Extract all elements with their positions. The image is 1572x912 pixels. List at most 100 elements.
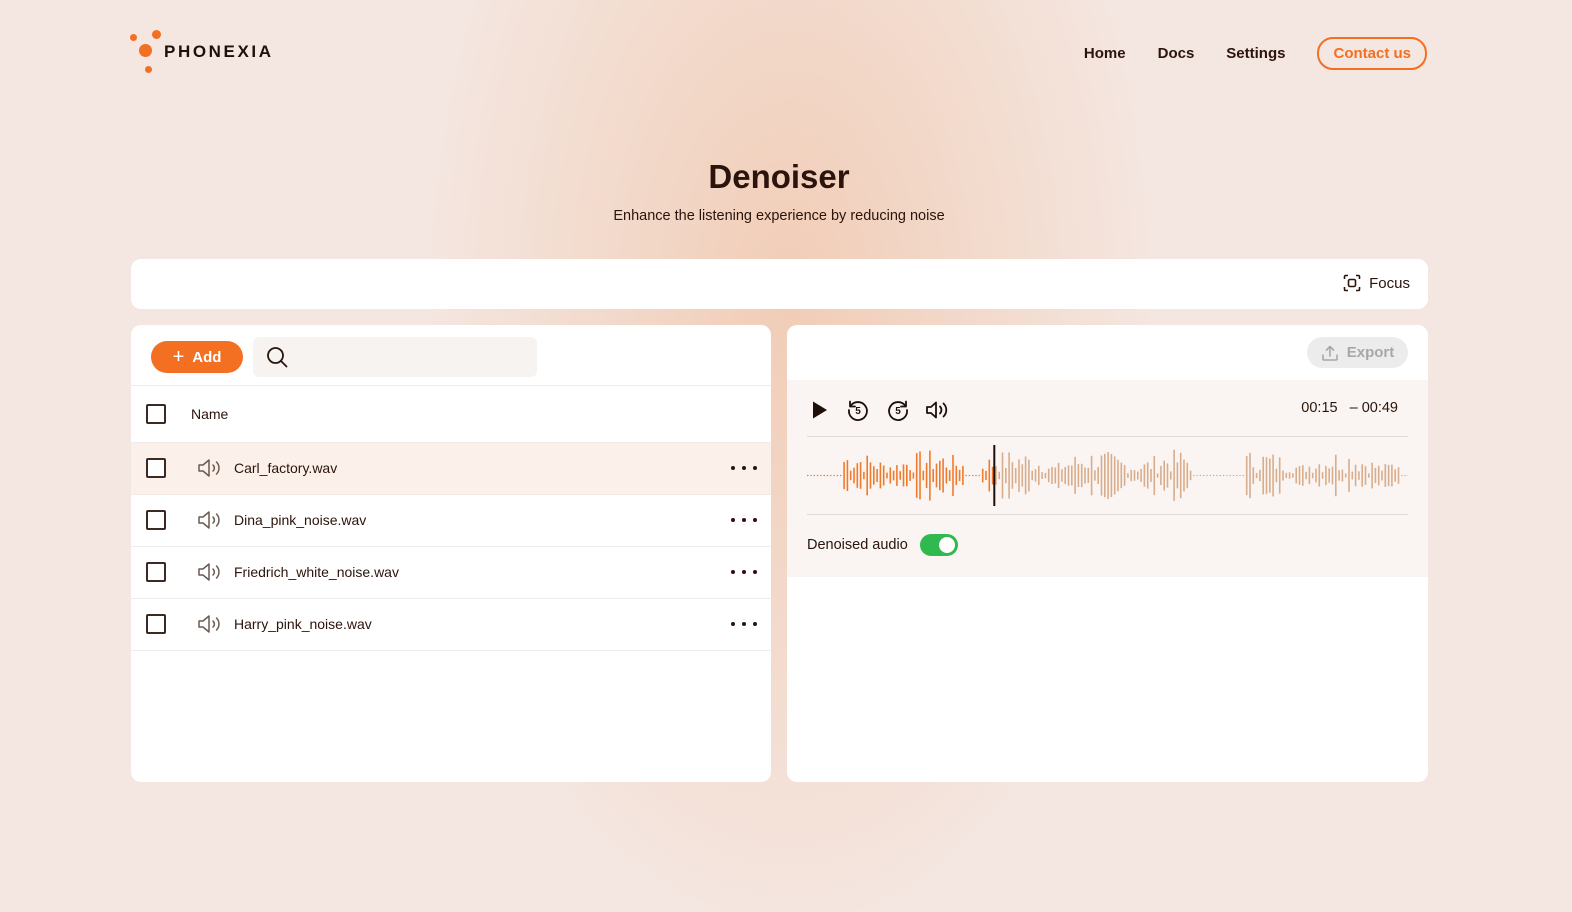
- waveform-bar: [1018, 459, 1020, 492]
- waveform-bar: [1137, 471, 1139, 480]
- waveform-bar: [1351, 471, 1354, 480]
- waveform-bar: [1315, 468, 1317, 483]
- row-checkbox[interactable]: [146, 562, 166, 582]
- waveform-bar: [998, 471, 1000, 480]
- svg-text:5: 5: [895, 406, 901, 417]
- file-row[interactable]: Harry_pink_noise.wav: [131, 599, 771, 651]
- waveform-bar: [1338, 470, 1340, 481]
- volume-button[interactable]: [925, 398, 951, 422]
- waveform-bar: [1308, 466, 1311, 485]
- waveform-bar: [1077, 464, 1080, 487]
- waveform-bar: [1272, 454, 1274, 497]
- dot: [742, 570, 746, 574]
- waveform-bar: [869, 462, 872, 489]
- waveform-bar: [1011, 462, 1014, 489]
- logo-wordmark: PHONEXIA: [164, 42, 274, 61]
- dot: [731, 518, 735, 522]
- waveform-bar: [1269, 458, 1271, 493]
- waveform-bar: [1196, 474, 1198, 477]
- focus-bar: Focus: [131, 259, 1428, 309]
- waveform-bar: [972, 474, 974, 477]
- row-checkbox[interactable]: [146, 614, 166, 634]
- page-subtitle: Enhance the listening experience by redu…: [613, 208, 945, 224]
- waveform[interactable]: [807, 436, 1409, 515]
- forward-5-button[interactable]: 5: [885, 397, 911, 423]
- waveform-bar: [1028, 459, 1030, 492]
- waveform-bar: [1001, 452, 1004, 499]
- waveform-bar: [1005, 467, 1007, 484]
- waveform-bar: [978, 474, 980, 477]
- column-header-name[interactable]: Name: [191, 406, 228, 422]
- phonexia-logo[interactable]: PHONEXIA: [128, 28, 288, 76]
- more-options-button[interactable]: [731, 457, 757, 479]
- denoised-toggle[interactable]: [919, 534, 958, 556]
- remaining-time: – 00:49: [1349, 400, 1398, 416]
- waveform-bar: [942, 458, 944, 493]
- contact-us-button[interactable]: Contact us: [1317, 37, 1427, 70]
- waveform-bar: [1193, 474, 1195, 477]
- waveform-bar: [876, 469, 878, 482]
- waveform-bar: [1226, 474, 1228, 477]
- row-checkbox[interactable]: [146, 510, 166, 530]
- waveform-bar: [1361, 464, 1363, 487]
- add-button[interactable]: + Add: [151, 341, 243, 373]
- waveform-bar: [1140, 469, 1142, 482]
- waveform-bar: [1120, 462, 1123, 489]
- waveform-bar: [833, 474, 835, 477]
- waveform-bar: [1401, 474, 1403, 477]
- dot: [753, 570, 757, 574]
- file-row[interactable]: Carl_factory.wav: [131, 443, 771, 495]
- nav-home[interactable]: Home: [1084, 45, 1126, 62]
- waveform-bar: [1107, 452, 1109, 499]
- file-row[interactable]: Dina_pink_noise.wav: [131, 495, 771, 547]
- waveform-bar: [853, 467, 855, 484]
- waveform-bar: [1024, 456, 1027, 495]
- waveform-bar: [1364, 466, 1367, 485]
- search-input[interactable]: [297, 336, 537, 378]
- waveform-bar: [985, 471, 987, 480]
- waveform-bar: [1354, 464, 1357, 487]
- select-all-checkbox[interactable]: [146, 404, 166, 424]
- waveform-bar: [925, 462, 928, 488]
- waveform-bar: [1219, 474, 1221, 477]
- play-button[interactable]: [807, 398, 831, 422]
- waveform-bar: [1057, 462, 1060, 489]
- speaker-icon: [198, 511, 220, 529]
- waveform-bar: [1051, 466, 1053, 484]
- waveform-bar: [866, 455, 868, 496]
- more-options-button[interactable]: [731, 613, 757, 635]
- waveform-bar: [1394, 469, 1396, 482]
- dot: [753, 466, 757, 470]
- waveform-bar: [1067, 465, 1070, 486]
- waveform-bar: [1041, 472, 1043, 479]
- waveform-bar: [1080, 463, 1083, 488]
- waveform-bar: [1044, 472, 1047, 479]
- waveform-svg[interactable]: [807, 437, 1409, 514]
- waveform-bar: [1255, 472, 1258, 479]
- waveform-bar: [1245, 455, 1248, 496]
- waveform-bar: [932, 469, 934, 483]
- more-options-button[interactable]: [731, 561, 757, 583]
- rewind-5-button[interactable]: 5: [845, 397, 871, 423]
- focus-button[interactable]: Focus: [1343, 274, 1410, 292]
- waveform-bar: [935, 463, 938, 488]
- waveform-bar: [975, 474, 977, 477]
- waveform-bar: [1160, 465, 1162, 486]
- playhead[interactable]: [993, 445, 996, 506]
- waveform-bar: [922, 470, 925, 481]
- waveform-bar: [1295, 467, 1297, 484]
- file-row[interactable]: Friedrich_white_noise.wav: [131, 547, 771, 599]
- waveform-bar: [1348, 458, 1350, 492]
- nav-docs[interactable]: Docs: [1158, 45, 1195, 62]
- export-label: Export: [1346, 344, 1395, 361]
- nav-settings[interactable]: Settings: [1226, 45, 1285, 62]
- top-nav: Home Docs Settings Contact us: [1052, 37, 1427, 70]
- waveform-bar: [1100, 455, 1103, 496]
- play-icon: [813, 401, 827, 419]
- waveform-bar: [1203, 474, 1205, 477]
- row-checkbox[interactable]: [146, 458, 166, 478]
- more-options-button[interactable]: [731, 509, 757, 531]
- export-button[interactable]: Export: [1307, 337, 1408, 368]
- waveform-bar: [889, 467, 892, 484]
- waveform-bar: [1318, 464, 1321, 487]
